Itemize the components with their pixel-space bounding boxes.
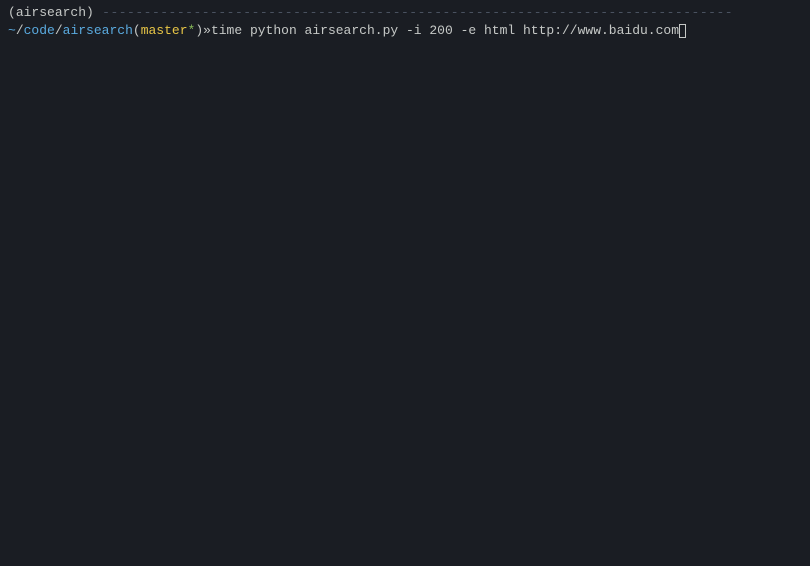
branch-open-paren: ( <box>133 22 141 40</box>
prompt-line[interactable]: ~/code/airsearch(master*) » time python … <box>8 22 802 40</box>
path-tilde: ~ <box>8 22 16 40</box>
env-close-paren: ) <box>86 5 94 20</box>
path-slash-1: / <box>16 22 24 40</box>
env-name: airsearch <box>16 5 86 20</box>
path-airsearch: airsearch <box>63 22 133 40</box>
header-dashes: ----------------------------------------… <box>94 5 733 20</box>
branch-close-paren: ) <box>195 22 203 40</box>
path-slash-2: / <box>55 22 63 40</box>
env-header-line: (airsearch) ----------------------------… <box>8 4 802 22</box>
path-code: code <box>24 22 55 40</box>
command-text: time python airsearch.py -i 200 -e html … <box>211 22 679 40</box>
prompt-arrow: » <box>203 22 211 40</box>
git-branch: master <box>141 22 188 40</box>
env-open-paren: ( <box>8 5 16 20</box>
cursor-icon <box>679 24 686 38</box>
git-dirty-star: * <box>188 22 196 40</box>
